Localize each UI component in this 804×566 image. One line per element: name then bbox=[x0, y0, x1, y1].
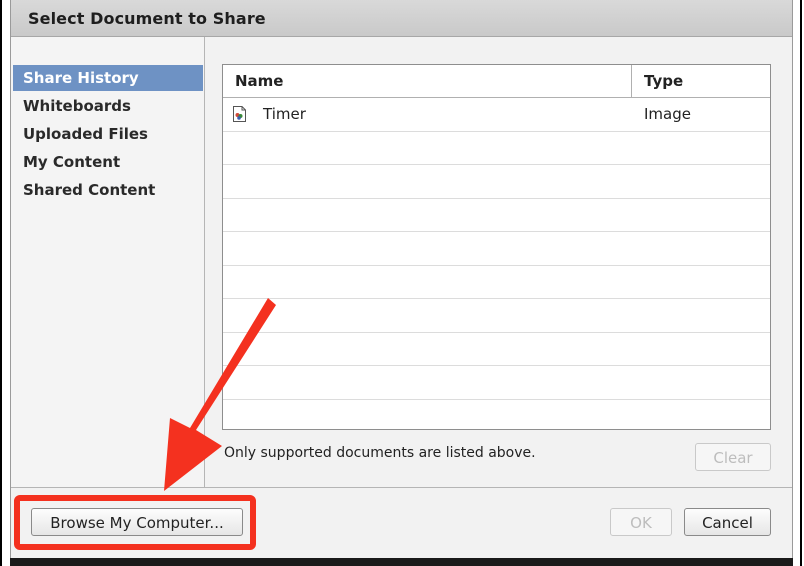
table-row[interactable]: Timer Image bbox=[223, 98, 770, 131]
column-header-type[interactable]: Type bbox=[632, 65, 770, 98]
sidebar-item-label: Shared Content bbox=[23, 181, 156, 199]
sidebar: Share History Whiteboards Uploaded Files… bbox=[11, 37, 205, 487]
supported-documents-note: Only supported documents are listed abov… bbox=[224, 445, 536, 461]
sidebar-item-label: My Content bbox=[23, 153, 121, 171]
ok-button[interactable]: OK bbox=[610, 508, 672, 536]
window-bottom-edge bbox=[10, 558, 793, 566]
image-file-icon bbox=[233, 106, 246, 122]
window-edge-left bbox=[0, 0, 2, 566]
sidebar-item-share-history[interactable]: Share History bbox=[13, 65, 203, 91]
window-edge-right bbox=[800, 0, 802, 566]
file-type: Image bbox=[644, 105, 691, 123]
file-name: Timer bbox=[263, 105, 306, 123]
annotation-highlight-box bbox=[14, 495, 256, 550]
row-divider bbox=[223, 365, 770, 366]
row-divider bbox=[223, 198, 770, 199]
sidebar-item-uploaded-files[interactable]: Uploaded Files bbox=[13, 121, 203, 147]
cancel-button[interactable]: Cancel bbox=[684, 508, 771, 536]
sidebar-item-my-content[interactable]: My Content bbox=[13, 149, 203, 175]
dialog-titlebar: Select Document to Share bbox=[11, 0, 792, 37]
row-divider bbox=[223, 265, 770, 266]
column-header-name-label: Name bbox=[235, 72, 284, 90]
document-list[interactable]: Name Type Timer Image bbox=[222, 64, 771, 430]
row-divider bbox=[223, 164, 770, 165]
column-header-name[interactable]: Name bbox=[223, 65, 632, 98]
sidebar-item-label: Uploaded Files bbox=[23, 125, 148, 143]
sidebar-item-label: Share History bbox=[23, 69, 139, 87]
sidebar-item-shared-content[interactable]: Shared Content bbox=[13, 177, 203, 203]
select-document-dialog: Select Document to Share Share History W… bbox=[10, 0, 793, 560]
row-divider bbox=[223, 399, 770, 400]
sidebar-item-label: Whiteboards bbox=[23, 97, 131, 115]
sidebar-item-whiteboards[interactable]: Whiteboards bbox=[13, 93, 203, 119]
row-divider bbox=[223, 231, 770, 232]
dialog-title: Select Document to Share bbox=[28, 9, 266, 28]
row-divider bbox=[223, 298, 770, 299]
row-divider bbox=[223, 332, 770, 333]
clear-button[interactable]: Clear bbox=[695, 443, 771, 471]
row-divider bbox=[223, 131, 770, 132]
column-header-type-label: Type bbox=[644, 72, 684, 90]
